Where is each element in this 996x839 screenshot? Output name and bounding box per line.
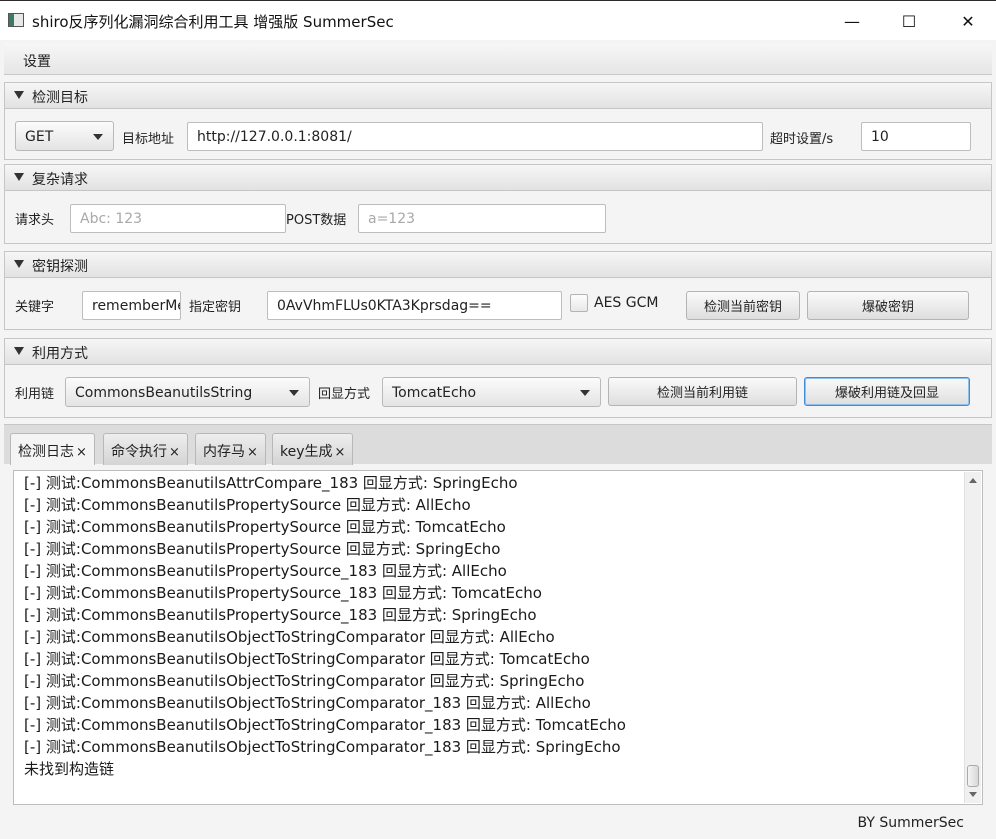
log-lines: [-] 测试:CommonsBeanutilsAttrCompare_183 回… (24, 472, 960, 780)
chevron-down-icon (580, 390, 590, 396)
target-section: 检测目标 GET 目标地址 http://127.0.0.1:8081/ 超时设… (4, 82, 992, 160)
close-tab-icon[interactable]: × (169, 445, 180, 460)
keyword-input[interactable]: rememberMe (82, 291, 181, 320)
tab-key-gen[interactable]: key生成 × (272, 433, 354, 465)
exploit-section-title: 利用方式 (32, 346, 88, 362)
post-input[interactable]: a=123 (358, 204, 606, 233)
url-input[interactable]: http://127.0.0.1:8081/ (187, 122, 763, 151)
footer-credit: BY SummerSec (857, 815, 964, 831)
tab-detect-log[interactable]: 检测日志 × (10, 433, 95, 465)
complex-section-header[interactable]: 复杂请求 (5, 165, 991, 191)
echo-label: 回显方式 (318, 387, 371, 402)
url-label: 目标地址 (122, 132, 175, 147)
chain-value: CommonsBeanutilsString (75, 385, 253, 401)
complex-request-section: 复杂请求 请求头 Abc: 123 POST数据 a=123 (4, 164, 992, 244)
echo-value: TomcatEcho (392, 385, 477, 401)
tab-memshell[interactable]: 内存马 × (195, 433, 266, 465)
chain-label: 利用链 (15, 387, 55, 402)
brute-chain-button[interactable]: 爆破利用链及回显 (804, 377, 970, 406)
log-output[interactable]: [-] 测试:CommonsBeanutilsAttrCompare_183 回… (13, 470, 983, 805)
chevron-down-icon (93, 134, 103, 140)
echo-select[interactable]: TomcatEcho (382, 377, 601, 407)
check-key-button[interactable]: 检测当前密钥 (686, 291, 800, 320)
log-line: [-] 测试:CommonsBeanutilsPropertySource 回显… (24, 540, 501, 558)
close-icon: ✕ (961, 11, 975, 31)
title-bar: shiro反序列化漏洞综合利用工具 增强版 SummerSec — ☐ ✕ (0, 0, 996, 40)
tab-label: 内存马 (203, 444, 245, 460)
key-label: 指定密钥 (189, 300, 242, 315)
tab-label: key生成 (280, 444, 333, 460)
key-detect-section: 密钥探测 关键字 rememberMe 指定密钥 0AvVhmFLUs0KTA3… (4, 251, 992, 330)
chain-select[interactable]: CommonsBeanutilsString (65, 377, 310, 407)
aes-gcm-label: AES GCM (594, 295, 659, 311)
close-tab-icon[interactable]: × (247, 445, 258, 460)
collapse-triangle-icon (14, 173, 24, 181)
scroll-down-icon[interactable] (969, 792, 977, 797)
menu-settings[interactable]: 设置 (23, 51, 51, 71)
timeout-input[interactable]: 10 (861, 122, 971, 151)
aes-gcm-checkbox[interactable] (570, 294, 588, 312)
log-line: [-] 测试:CommonsBeanutilsPropertySource_18… (24, 606, 537, 624)
scroll-up-icon[interactable] (969, 478, 977, 483)
complex-section-title: 复杂请求 (32, 172, 88, 188)
log-line: [-] 测试:CommonsBeanutilsObjectToStringCom… (24, 738, 621, 756)
collapse-triangle-icon (14, 347, 24, 355)
keyword-label: 关键字 (15, 300, 55, 315)
log-line: [-] 测试:CommonsBeanutilsPropertySource 回显… (24, 496, 471, 514)
key-section-header[interactable]: 密钥探测 (5, 252, 991, 278)
close-tab-icon[interactable]: × (335, 445, 346, 460)
target-section-header[interactable]: 检测目标 (5, 83, 991, 109)
log-line: 未找到构造链 (24, 760, 115, 778)
method-select[interactable]: GET (15, 121, 114, 151)
window-title: shiro反序列化漏洞综合利用工具 增强版 SummerSec (32, 13, 394, 31)
app-icon (8, 13, 24, 27)
key-section-title: 密钥探测 (32, 259, 88, 275)
close-tab-icon[interactable]: × (76, 445, 87, 460)
log-line: [-] 测试:CommonsBeanutilsObjectToStringCom… (24, 628, 555, 646)
log-line: [-] 测试:CommonsBeanutilsAttrCompare_183 回… (24, 474, 518, 492)
headers-input[interactable]: Abc: 123 (70, 204, 286, 233)
chevron-down-icon (289, 390, 299, 396)
headers-label: 请求头 (15, 213, 55, 228)
key-input[interactable]: 0AvVhmFLUs0KTA3Kprsdag== (267, 291, 562, 320)
log-line: [-] 测试:CommonsBeanutilsObjectToStringCom… (24, 694, 591, 712)
log-line: [-] 测试:CommonsBeanutilsPropertySource 回显… (24, 518, 506, 536)
target-section-title: 检测目标 (32, 90, 88, 106)
minimize-button[interactable]: — (824, 1, 880, 41)
log-line: [-] 测试:CommonsBeanutilsPropertySource_18… (24, 562, 507, 580)
check-chain-button[interactable]: 检测当前利用链 (608, 377, 797, 406)
log-line: [-] 测试:CommonsBeanutilsPropertySource_18… (24, 584, 542, 602)
tab-label: 检测日志 (18, 444, 74, 460)
scroll-thumb[interactable] (967, 765, 979, 787)
tab-label: 命令执行 (111, 444, 167, 460)
log-line: [-] 测试:CommonsBeanutilsObjectToStringCom… (24, 650, 590, 668)
maximize-icon: ☐ (901, 11, 917, 31)
timeout-label: 超时设置/s (770, 132, 834, 147)
minimize-icon: — (844, 11, 860, 31)
brute-key-button[interactable]: 爆破密钥 (807, 291, 969, 320)
close-window-button[interactable]: ✕ (940, 1, 996, 41)
collapse-triangle-icon (14, 91, 24, 99)
post-label: POST数据 (286, 213, 347, 228)
method-value: GET (25, 129, 54, 145)
menu-bar: 设置 (4, 43, 992, 75)
log-line: [-] 测试:CommonsBeanutilsObjectToStringCom… (24, 672, 585, 690)
log-line: [-] 测试:CommonsBeanutilsObjectToStringCom… (24, 716, 626, 734)
tab-command-exec[interactable]: 命令执行 × (103, 433, 188, 465)
exploit-section: 利用方式 利用链 CommonsBeanutilsString 回显方式 Tom… (4, 338, 992, 418)
tab-bar: 检测日志 × 命令执行 × 内存马 × key生成 × (4, 424, 992, 465)
maximize-button[interactable]: ☐ (881, 1, 937, 41)
exploit-section-header[interactable]: 利用方式 (5, 339, 991, 365)
log-scrollbar[interactable] (964, 472, 981, 803)
collapse-triangle-icon (14, 260, 24, 268)
